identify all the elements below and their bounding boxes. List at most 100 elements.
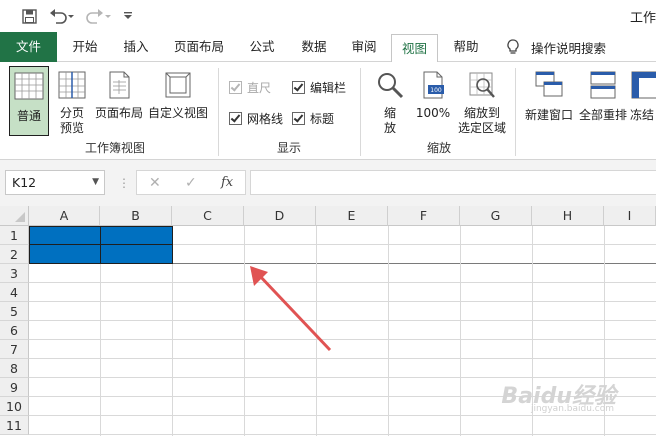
- row-gridline: [29, 358, 656, 359]
- ribbon-view: 普通 分页 预览 页面布局 自定义视图 工作簿视图 直尺 编辑栏 网格线 标题 …: [0, 62, 656, 160]
- arrange-all-label: 全部重排: [578, 108, 627, 122]
- svg-text:100: 100: [430, 87, 442, 94]
- gridlines-checkbox[interactable]: 网格线: [229, 110, 283, 127]
- ruler-checkbox[interactable]: 直尺: [229, 79, 271, 96]
- custom-views-button[interactable]: 自定义视图: [146, 66, 210, 121]
- selected-range-a1-b2[interactable]: [29, 226, 173, 264]
- redo-icon[interactable]: [85, 7, 113, 25]
- tab-formulas[interactable]: 公式: [240, 32, 284, 62]
- page-break-icon: [58, 71, 86, 99]
- undo-icon[interactable]: [48, 7, 76, 25]
- column-header-d[interactable]: D: [244, 206, 316, 226]
- tell-me-search[interactable]: 操作说明搜索: [505, 32, 606, 62]
- zoom-group-label: 缩放: [426, 141, 451, 155]
- tab-home[interactable]: 开始: [62, 32, 108, 62]
- zoom-label-2: 放: [383, 121, 396, 135]
- tab-view[interactable]: 视图: [391, 34, 438, 63]
- arrange-all-icon: [590, 71, 616, 99]
- column-header-b[interactable]: B: [100, 206, 172, 226]
- new-window-button[interactable]: 新建窗口: [522, 66, 576, 123]
- normal-view-button[interactable]: 普通: [9, 66, 49, 136]
- workbook-views-group-label: 工作簿视图: [84, 141, 145, 155]
- column-header-c[interactable]: C: [172, 206, 244, 226]
- column-header-a[interactable]: A: [29, 206, 100, 226]
- row-header-3[interactable]: 3: [0, 264, 29, 283]
- row-gridline: [29, 282, 656, 283]
- page-break-label-1: 分页: [59, 106, 84, 120]
- row-header-7[interactable]: 7: [0, 340, 29, 359]
- save-icon[interactable]: [20, 7, 38, 25]
- zoom-label-1: 缩: [383, 106, 396, 120]
- row-gridline: [29, 301, 656, 302]
- select-all-corner[interactable]: [0, 206, 29, 226]
- custom-views-label: 自定义视图: [147, 106, 208, 120]
- row-header-1[interactable]: 1: [0, 226, 29, 245]
- row-header-2[interactable]: 2: [0, 245, 29, 264]
- row-gridline: [29, 434, 656, 435]
- column-header-i[interactable]: I: [604, 206, 656, 226]
- column-header-g[interactable]: G: [460, 206, 532, 226]
- customize-qat-icon[interactable]: [120, 7, 136, 25]
- column-header-e[interactable]: E: [316, 206, 388, 226]
- normal-view-icon: [14, 72, 44, 100]
- name-box[interactable]: K12 ▼: [5, 170, 105, 195]
- formula-bar-checkbox[interactable]: 编辑栏: [292, 79, 346, 96]
- zoom-button[interactable]: 缩 放: [370, 66, 410, 136]
- row-header-4[interactable]: 4: [0, 283, 29, 302]
- tab-file[interactable]: 文件: [0, 32, 57, 62]
- baidu-watermark-url: jingyan.baidu.com: [530, 404, 614, 414]
- zoom-selection-label-1: 缩放到: [463, 106, 500, 120]
- tab-data[interactable]: 数据: [292, 32, 336, 62]
- tab-help[interactable]: 帮助: [444, 32, 488, 62]
- formula-bar-area: K12 ▼ ⋮ ✕ ✓ fx: [0, 160, 656, 206]
- custom-views-icon: [165, 72, 191, 98]
- column-header-h[interactable]: H: [532, 206, 604, 226]
- column-header-f[interactable]: F: [388, 206, 460, 226]
- row-header-10[interactable]: 10: [0, 397, 29, 416]
- new-window-label: 新建窗口: [524, 108, 573, 122]
- enter-icon[interactable]: ✓: [185, 175, 197, 191]
- row-header-11[interactable]: 11: [0, 416, 29, 435]
- show-group-label: 显示: [276, 141, 301, 155]
- chevron-down-icon[interactable]: ▼: [92, 171, 99, 194]
- tell-me-label: 操作说明搜索: [531, 40, 607, 56]
- name-box-value: K12: [12, 175, 37, 190]
- insert-function-icon[interactable]: fx: [221, 175, 233, 190]
- zoom-to-selection-button[interactable]: 缩放到 选定区域: [454, 66, 510, 136]
- cancel-icon[interactable]: ✕: [149, 175, 161, 191]
- formula-controls: ✕ ✓ fx: [136, 170, 246, 195]
- row-gridline: [29, 320, 656, 321]
- quick-access-toolbar: 工作: [0, 0, 656, 32]
- worksheet-grid[interactable]: ABCDEFGHI 1 2 3 4 5 6 7 8 9 10 11 Baidu经验 jingyan.…: [0, 206, 656, 436]
- group-divider: [515, 68, 516, 156]
- row-header-5[interactable]: 5: [0, 302, 29, 321]
- selection-inner-border: [29, 244, 173, 245]
- group-divider: [360, 68, 361, 156]
- page-layout-label: 页面布局: [94, 106, 143, 120]
- arrange-all-button[interactable]: 全部重排: [577, 66, 629, 123]
- column-gridline: [388, 226, 389, 436]
- selection-inner-border: [100, 226, 101, 264]
- page-layout-view-button[interactable]: 页面布局: [93, 66, 145, 121]
- more-icon[interactable]: ⋮: [118, 176, 130, 190]
- tab-page-layout[interactable]: 页面布局: [168, 32, 230, 62]
- zoom-100-label: 100%: [415, 106, 451, 120]
- tab-insert[interactable]: 插入: [114, 32, 158, 62]
- tab-review[interactable]: 审阅: [342, 32, 386, 62]
- formula-input[interactable]: [250, 170, 656, 195]
- row-header-6[interactable]: 6: [0, 321, 29, 340]
- normal-view-label: 普通: [16, 109, 41, 123]
- zoom-selection-label-2: 选定区域: [457, 121, 506, 135]
- zoom-100-button[interactable]: 100 100%: [414, 66, 452, 121]
- red-arrow-annotation: [250, 266, 332, 352]
- ruler-label: 直尺: [247, 81, 272, 95]
- row-gridline: [29, 415, 656, 416]
- freeze-label: 冻结: [630, 108, 655, 122]
- headings-label: 标题: [310, 112, 335, 126]
- page-break-preview-button[interactable]: 分页 预览: [53, 66, 91, 136]
- gridlines-label: 网格线: [247, 112, 284, 126]
- row-header-8[interactable]: 8: [0, 359, 29, 378]
- headings-checkbox[interactable]: 标题: [292, 110, 334, 127]
- row-header-9[interactable]: 9: [0, 378, 29, 397]
- freeze-panes-button[interactable]: 冻结: [630, 66, 656, 123]
